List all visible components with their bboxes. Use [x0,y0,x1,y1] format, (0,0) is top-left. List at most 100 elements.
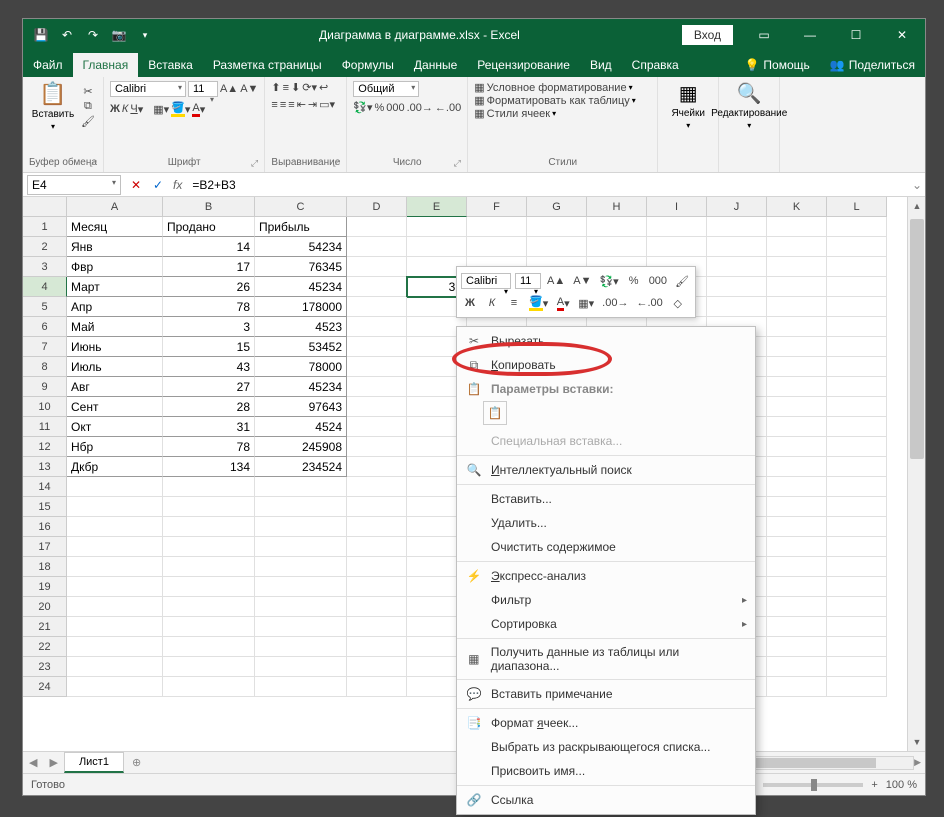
decrease-font-icon[interactable]: A▼ [240,83,258,95]
row-header-8[interactable]: 8 [23,357,67,377]
cell-L17[interactable] [827,537,887,557]
zoom-slider[interactable] [763,783,863,787]
row-header-3[interactable]: 3 [23,257,67,277]
cell-C12[interactable]: 245908 [255,437,347,457]
scroll-up-icon[interactable]: ▲ [908,197,925,215]
cancel-formula-icon[interactable]: ✕ [125,178,147,192]
redo-icon[interactable]: ↷ [81,23,105,47]
scroll-thumb[interactable] [910,219,924,459]
cell-B18[interactable] [163,557,255,577]
menu-clear[interactable]: Очистить содержимое [457,535,755,559]
align-left-icon[interactable]: ≡ [271,99,277,111]
cell-L2[interactable] [827,237,887,257]
cell-B11[interactable]: 31 [163,417,255,437]
cell-L19[interactable] [827,577,887,597]
share-button[interactable]: 👥Поделиться [820,53,925,77]
cell-L9[interactable] [827,377,887,397]
vertical-scrollbar[interactable]: ▲ ▼ [907,197,925,751]
cell-L20[interactable] [827,597,887,617]
menu-delete[interactable]: Удалить... [457,511,755,535]
col-header-C[interactable]: C [255,197,347,217]
qat-dropdown-icon[interactable]: ▾ [133,23,157,47]
cell-C16[interactable] [255,517,347,537]
select-all-corner[interactable] [23,197,67,217]
menu-smart-lookup[interactable]: 🔍Интеллектуальный поиск [457,458,755,482]
sheet-nav-next-icon[interactable]: ▶ [43,756,63,769]
cell-A13[interactable]: Дкбр [67,457,163,477]
row-header-10[interactable]: 10 [23,397,67,417]
cell-C8[interactable]: 78000 [255,357,347,377]
cell-K19[interactable] [767,577,827,597]
col-header-F[interactable]: F [467,197,527,217]
cell-K17[interactable] [767,537,827,557]
undo-icon[interactable]: ↶ [55,23,79,47]
col-header-E[interactable]: E [407,197,467,217]
mini-decimal-inc-icon[interactable]: .00→ [600,293,630,313]
currency-icon[interactable]: 💱▾ [353,101,372,114]
cell-D22[interactable] [347,637,407,657]
increase-decimal-icon[interactable]: .00→ [407,102,433,114]
row-header-21[interactable]: 21 [23,617,67,637]
row-header-15[interactable]: 15 [23,497,67,517]
cell-L3[interactable] [827,257,887,277]
cell-B20[interactable] [163,597,255,617]
cell-K7[interactable] [767,337,827,357]
cell-J1[interactable] [707,217,767,237]
cell-C24[interactable] [255,677,347,697]
decrease-decimal-icon[interactable]: ←.00 [435,102,461,114]
cell-A19[interactable] [67,577,163,597]
row-header-6[interactable]: 6 [23,317,67,337]
row-header-12[interactable]: 12 [23,437,67,457]
accept-formula-icon[interactable]: ✓ [147,178,169,192]
col-header-D[interactable]: D [347,197,407,217]
cell-D16[interactable] [347,517,407,537]
menu-pick-list[interactable]: Выбрать из раскрывающегося списка... [457,735,755,759]
cell-K9[interactable] [767,377,827,397]
cell-L22[interactable] [827,637,887,657]
cell-C4[interactable]: 45234 [255,277,347,297]
row-header-19[interactable]: 19 [23,577,67,597]
cell-D3[interactable] [347,257,407,277]
cell-L10[interactable] [827,397,887,417]
row-header-14[interactable]: 14 [23,477,67,497]
format-painter-icon[interactable]: 🖌 [81,115,95,128]
cell-K13[interactable] [767,457,827,477]
number-format-combo[interactable]: Общий [353,81,419,97]
cell-A11[interactable]: Окт [67,417,163,437]
cell-A20[interactable] [67,597,163,617]
cell-B3[interactable]: 17 [163,257,255,277]
col-header-J[interactable]: J [707,197,767,217]
cell-A7[interactable]: Июнь [67,337,163,357]
paste-button[interactable]: 📋 Вставить ▾ [29,81,77,131]
cell-K6[interactable] [767,317,827,337]
cell-B8[interactable]: 43 [163,357,255,377]
cell-K18[interactable] [767,557,827,577]
menu-insert-comment[interactable]: 💬Вставить примечание [457,682,755,706]
cell-B21[interactable] [163,617,255,637]
cell-B17[interactable] [163,537,255,557]
row-header-11[interactable]: 11 [23,417,67,437]
tab-view[interactable]: Вид [580,53,622,77]
mini-decrease-font-icon[interactable]: A▼ [571,271,593,291]
copy-icon[interactable]: ⧉ [81,100,95,113]
col-header-I[interactable]: I [647,197,707,217]
menu-sort[interactable]: Сортировка▸ [457,612,755,636]
name-box[interactable]: E4 [27,175,121,195]
row-header-1[interactable]: 1 [23,217,67,237]
row-header-16[interactable]: 16 [23,517,67,537]
col-header-K[interactable]: K [767,197,827,217]
font-color-icon[interactable]: A▾ [192,102,205,117]
cell-B16[interactable] [163,517,255,537]
cell-B15[interactable] [163,497,255,517]
cell-C7[interactable]: 53452 [255,337,347,357]
menu-define-name[interactable]: Присвоить имя... [457,759,755,783]
cell-A4[interactable]: Март [67,277,163,297]
bold-button[interactable]: Ж [110,103,120,115]
cell-C9[interactable]: 45234 [255,377,347,397]
cell-A14[interactable] [67,477,163,497]
cell-D14[interactable] [347,477,407,497]
row-header-18[interactable]: 18 [23,557,67,577]
number-launcher[interactable]: ⤢ [451,158,463,170]
cell-C13[interactable]: 234524 [255,457,347,477]
cell-J5[interactable] [707,297,767,317]
